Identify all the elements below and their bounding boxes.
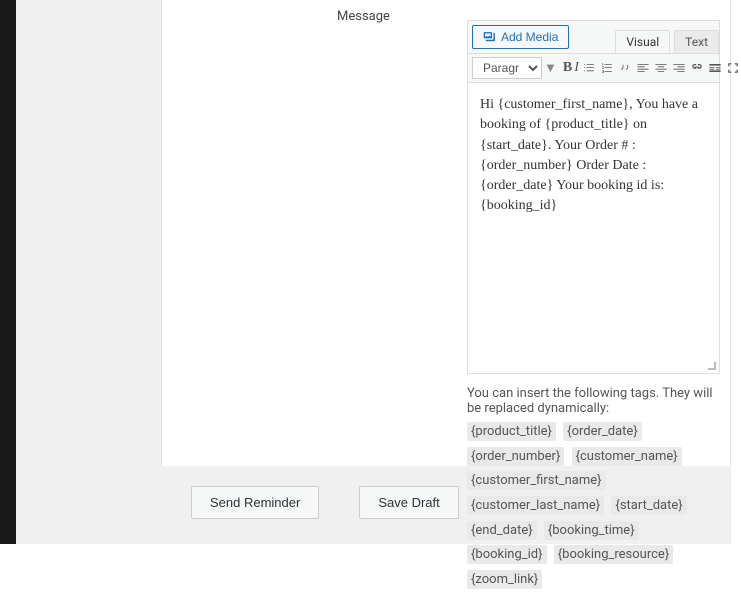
- form-panel: Message Add Media Visual Text Paragraph: [161, 0, 731, 466]
- bullet-list-button[interactable]: [581, 57, 597, 79]
- tag-chip: {customer_last_name}: [467, 496, 604, 515]
- resize-handle[interactable]: [707, 361, 717, 371]
- tag-chip: {product_title}: [467, 422, 556, 441]
- editor-toolbar: Paragraph ▼ B I: [468, 54, 719, 83]
- blockquote-button[interactable]: [617, 57, 633, 79]
- message-label: Message: [162, 0, 467, 24]
- main-content: Message Add Media Visual Text Paragraph: [16, 0, 731, 544]
- bold-button[interactable]: B: [563, 57, 572, 79]
- tag-chip: {zoom_link}: [467, 570, 542, 589]
- align-center-button[interactable]: [653, 57, 669, 79]
- editor-textarea[interactable]: Hi {customer_first_name}, You have a boo…: [468, 83, 719, 373]
- add-media-button[interactable]: Add Media: [472, 25, 569, 49]
- action-buttons: Send Reminder Save Draft: [176, 466, 459, 549]
- tags-help-intro: You can insert the following tags. They …: [467, 386, 720, 416]
- wp-editor: Add Media Visual Text Paragraph ▼ B I: [467, 20, 720, 374]
- align-right-button[interactable]: [671, 57, 687, 79]
- media-icon: [483, 30, 497, 44]
- tag-chip: {booking_id}: [467, 545, 547, 564]
- tag-chip: {customer_name}: [572, 447, 682, 466]
- editor-content-text: Hi {customer_first_name}, You have a boo…: [480, 97, 698, 213]
- tag-chip: {order_number}: [467, 447, 564, 466]
- tag-chip: {booking_time}: [544, 521, 639, 540]
- tab-text[interactable]: Text: [674, 30, 719, 53]
- format-select[interactable]: Paragraph: [472, 57, 542, 79]
- tag-chip: {order_date}: [563, 422, 642, 441]
- link-button[interactable]: [689, 57, 705, 79]
- readmore-button[interactable]: [707, 57, 723, 79]
- tags-help: You can insert the following tags. They …: [467, 386, 720, 593]
- send-reminder-button[interactable]: Send Reminder: [191, 486, 319, 519]
- number-list-button[interactable]: [599, 57, 615, 79]
- tab-visual[interactable]: Visual: [615, 30, 670, 53]
- tag-chip: {booking_resource}: [554, 545, 673, 564]
- add-media-label: Add Media: [501, 30, 558, 44]
- admin-sidebar: [0, 0, 16, 544]
- fullscreen-button[interactable]: [725, 57, 741, 79]
- tag-chip: {start_date}: [611, 496, 686, 515]
- editor-header: Add Media Visual Text: [468, 21, 719, 54]
- save-draft-button[interactable]: Save Draft: [359, 486, 458, 519]
- tags-list: {product_title} {order_date} {order_numb…: [467, 420, 720, 593]
- align-left-button[interactable]: [635, 57, 651, 79]
- tag-chip: {customer_first_name}: [467, 471, 606, 490]
- italic-button[interactable]: I: [574, 57, 579, 79]
- tag-chip: {end_date}: [467, 521, 537, 540]
- editor-tabs: Visual Text: [615, 30, 719, 53]
